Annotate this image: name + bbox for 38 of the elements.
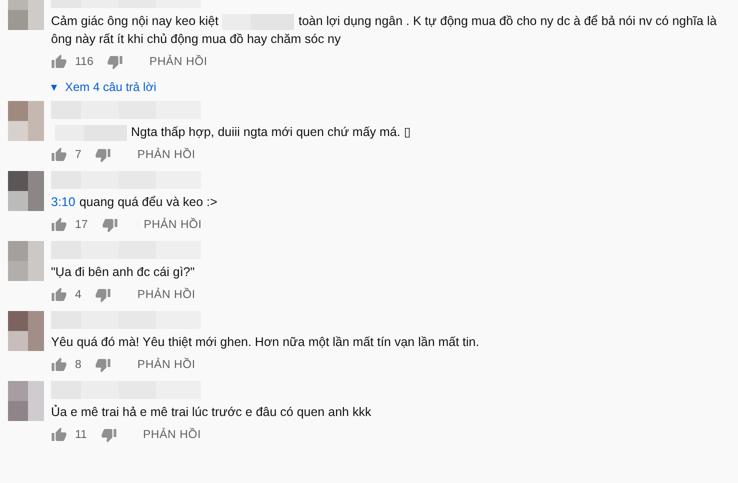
- like-count: 11: [75, 429, 87, 441]
- comment-text: Cảm giác ông nội nay keo kiệt toàn lợi dụng ngân . K tự động mua đồ cho ny dc à để bả nói nv có nghĩa là ông này rất ít khi chủ động mua đồ hay chăm sóc ny: [51, 12, 718, 48]
- thumbs-down-icon[interactable]: [102, 217, 118, 233]
- reply-button[interactable]: PHẢN HỒI: [138, 427, 205, 443]
- thumbs-up-icon[interactable]: [51, 357, 67, 373]
- thumbs-down-icon[interactable]: [100, 427, 117, 443]
- like-count: 4: [75, 289, 82, 301]
- thumbs-up-icon[interactable]: [51, 147, 67, 163]
- comment-text: Ngta thấp hợp, duiii ngta mới quen chứ mấy má. ▯: [51, 123, 720, 141]
- thumbs-up-icon[interactable]: [51, 54, 67, 70]
- blurred-avatar: [8, 0, 44, 30]
- blurred-avatar: [8, 381, 44, 421]
- blurred-avatar: [8, 241, 44, 281]
- reply-button[interactable]: PHẢN HỒI: [140, 217, 206, 233]
- timestamp-link[interactable]: 3:10: [51, 195, 76, 209]
- thumbs-up-icon[interactable]: [51, 427, 67, 443]
- comment-text: Yêu quá đó mà! Yêu thiệt mới ghen. Hơn nữa một lần mất tín vạn lần mất tin.: [51, 334, 480, 351]
- view-replies-link[interactable]: ▾ Xem 4 câu trả lời: [51, 78, 156, 96]
- blurred-avatar: [8, 171, 44, 211]
- like-count: 8: [75, 359, 82, 371]
- like-count: 17: [75, 219, 88, 231]
- comment-text: 3:10 quang quá đểu và keo :>: [51, 194, 218, 211]
- comment-text: "Ụa đi bên anh đc cái gì?": [51, 264, 196, 281]
- reply-button[interactable]: PHẢN HỒI: [145, 54, 212, 70]
- reply-button[interactable]: PHẢN HỒI: [133, 287, 200, 303]
- thumbs-down-icon[interactable]: [95, 357, 112, 373]
- thumbs-up-icon[interactable]: [51, 217, 67, 233]
- thumbs-down-icon[interactable]: [95, 287, 112, 303]
- comment-text: Ủa e mê trai hả e mê trai lúc trước e đâu có quen anh kkk: [51, 404, 372, 421]
- like-count: 7: [75, 149, 82, 161]
- reply-button[interactable]: PHẢN HỒI: [133, 357, 200, 373]
- blurred-avatar: [8, 311, 44, 351]
- thumbs-up-icon[interactable]: [51, 287, 67, 303]
- like-count: 116: [75, 56, 94, 68]
- thumbs-down-icon[interactable]: [95, 147, 112, 163]
- blurred-avatar: [8, 101, 44, 141]
- reply-button[interactable]: PHẢN HỒI: [133, 147, 200, 163]
- thumbs-down-icon[interactable]: [107, 54, 124, 70]
